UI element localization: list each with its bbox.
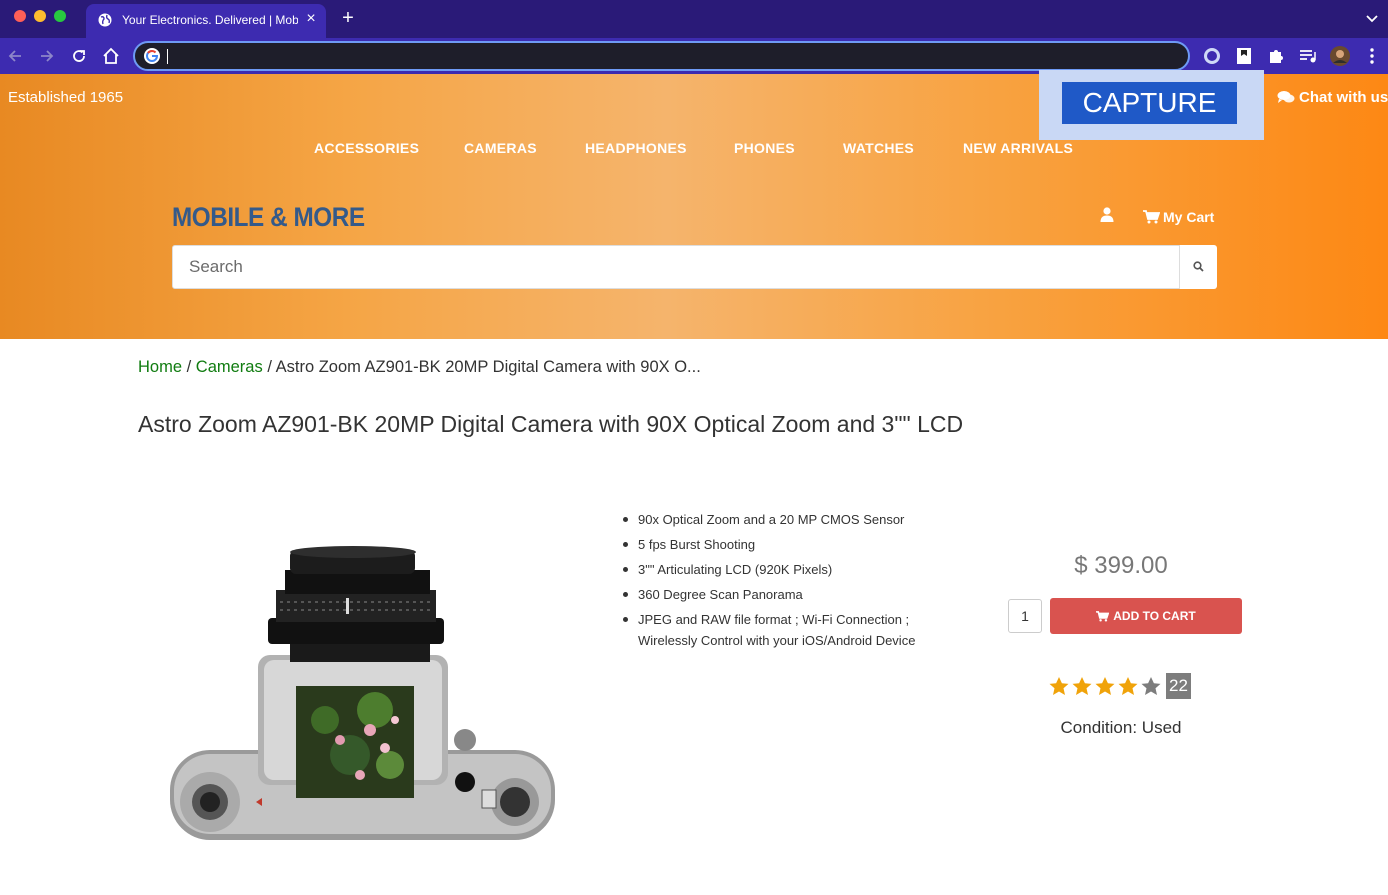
add-to-cart-button[interactable]: ADD TO CART (1050, 598, 1242, 634)
tab-close-icon[interactable]: × (302, 10, 320, 28)
text-cursor (167, 49, 168, 64)
product-title: Astro Zoom AZ901-BK 20MP Digital Camera … (138, 411, 964, 437)
tab-title: Your Electronics. Delivered | Mobile & M… (122, 13, 298, 27)
window-maximize-button[interactable] (54, 10, 66, 22)
nav-item-headphones[interactable]: HEADPHONES (585, 140, 687, 156)
nav-item-cameras[interactable]: CAMERAS (464, 140, 537, 156)
my-cart-label: My Cart (1163, 209, 1215, 225)
media-queue-icon[interactable] (1298, 46, 1318, 66)
new-tab-icon[interactable]: + (338, 8, 358, 28)
star-icon (1072, 677, 1092, 695)
product-image[interactable] (160, 540, 565, 850)
feature-item: 3"" Articulating LCD (920K Pixels) (622, 559, 942, 580)
star-icon (1118, 677, 1138, 695)
search-input[interactable] (173, 246, 1179, 288)
search-bar (172, 245, 1217, 289)
star-icon (1095, 677, 1115, 695)
feature-item: 360 Degree Scan Panorama (622, 584, 942, 605)
site-header: Established 1965 CAPTURE Chat with us AC… (0, 70, 1388, 339)
search-icon (1193, 261, 1204, 272)
window-minimize-button[interactable] (34, 10, 46, 22)
breadcrumb-separator: / (186, 358, 192, 376)
nav-item-new-arrivals[interactable]: NEW ARRIVALS (963, 140, 1073, 156)
user-icon[interactable] (1100, 207, 1114, 222)
feature-item: JPEG and RAW file format ; Wi-Fi Connect… (622, 609, 942, 651)
browser-tab-bar: Your Electronics. Delivered | Mobile & M… (0, 0, 1388, 38)
home-icon[interactable] (101, 46, 121, 66)
browser-tab[interactable]: Your Electronics. Delivered | Mobile & M… (86, 4, 326, 38)
browser-toolbar (0, 38, 1388, 74)
reload-icon[interactable] (69, 46, 89, 66)
capture-button[interactable]: CAPTURE (1062, 82, 1237, 124)
feature-item: 5 fps Burst Shooting (622, 534, 942, 555)
profile-avatar[interactable] (1330, 46, 1350, 66)
feature-list: 90x Optical Zoom and a 20 MP CMOS Sensor… (622, 509, 942, 655)
cart-icon (1096, 611, 1110, 622)
search-button[interactable] (1179, 245, 1217, 289)
quantity-input[interactable] (1008, 599, 1042, 633)
established-text: Established 1965 (8, 89, 124, 106)
chevron-down-icon[interactable] (1364, 10, 1380, 26)
chat-label: Chat with us (1299, 89, 1388, 106)
back-arrow-icon[interactable] (5, 46, 25, 66)
nav-item-watches[interactable]: WATCHES (843, 140, 914, 156)
chat-link[interactable]: Chat with us (1277, 89, 1388, 106)
forward-arrow-icon[interactable] (37, 46, 57, 66)
comments-icon (1277, 91, 1295, 103)
capture-overlay: CAPTURE (1039, 70, 1264, 140)
category-nav: ACCESSORIES CAMERAS HEADPHONES PHONES WA… (0, 140, 1388, 160)
breadcrumb-home[interactable]: Home (138, 358, 182, 376)
review-count-badge[interactable]: 22 (1166, 673, 1191, 699)
window-close-button[interactable] (14, 10, 26, 22)
my-cart-link[interactable]: My Cart (1143, 209, 1214, 225)
globe-icon (98, 13, 112, 27)
puzzle-extension-icon[interactable] (1266, 46, 1286, 66)
feature-item: 90x Optical Zoom and a 20 MP CMOS Sensor (622, 509, 942, 530)
product-price: $ 399.00 (1074, 552, 1168, 579)
google-icon (144, 48, 160, 64)
kebab-menu-icon[interactable] (1362, 46, 1382, 66)
breadcrumb: Home / Cameras / Astro Zoom AZ901-BK 20M… (138, 358, 701, 377)
translate-extension-icon[interactable] (1202, 46, 1222, 66)
add-to-cart-label: ADD TO CART (1113, 609, 1196, 623)
bookmark-extension-icon[interactable] (1234, 46, 1254, 66)
address-bar[interactable] (133, 41, 1190, 71)
site-logo[interactable]: MOBILE & MORE (172, 202, 365, 233)
star-icon (1141, 677, 1161, 695)
breadcrumb-current: Astro Zoom AZ901-BK 20MP Digital Camera … (275, 358, 701, 376)
breadcrumb-separator: / (267, 358, 272, 376)
star-icon (1049, 677, 1069, 695)
cart-icon (1143, 210, 1160, 224)
nav-item-accessories[interactable]: ACCESSORIES (314, 140, 419, 156)
nav-item-phones[interactable]: PHONES (734, 140, 795, 156)
product-condition: Condition: Used (1060, 718, 1182, 737)
breadcrumb-cameras[interactable]: Cameras (196, 358, 263, 376)
